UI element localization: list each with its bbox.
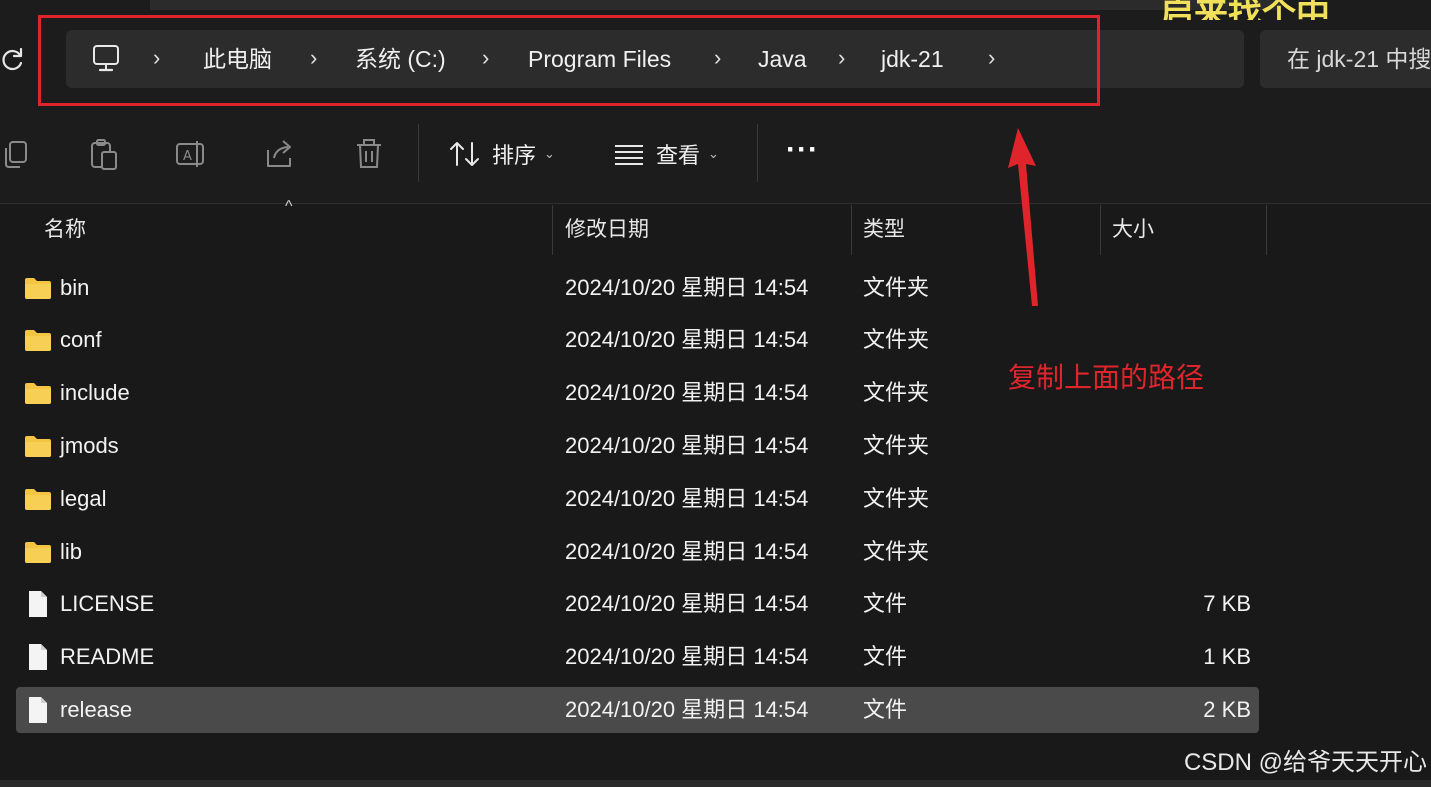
annotation-highlight-box	[38, 15, 1100, 106]
file-name: LICENSE	[60, 591, 155, 617]
file-type: 文件夹	[863, 327, 930, 353]
file-name: bin	[60, 274, 90, 300]
file-type: 文件夹	[863, 432, 930, 458]
file-modified-date: 2024/10/20 星期日 14:54	[565, 485, 809, 511]
delete-icon[interactable]	[351, 136, 387, 172]
file-modified-date: 2024/10/20 星期日 14:54	[565, 538, 809, 564]
file-type: 文件夹	[863, 274, 930, 300]
top-banner-text: 启来找个中	[1160, 0, 1330, 20]
column-header-modified[interactable]: 修改日期	[565, 205, 649, 255]
view-button[interactable]: 查看 ⌄	[612, 132, 719, 176]
title-strip	[150, 0, 1280, 10]
refresh-icon[interactable]	[0, 44, 30, 74]
chevron-down-icon: ⌄	[708, 146, 719, 161]
file-icon	[29, 696, 47, 723]
file-size: 7 KB	[1203, 591, 1251, 617]
sort-icon	[450, 142, 479, 166]
folder-icon	[25, 383, 51, 405]
file-type: 文件夹	[863, 380, 930, 406]
table-row[interactable]: lib 2024/10/20 星期日 14:54 文件夹	[16, 529, 1259, 575]
chevron-down-icon: ⌄	[544, 146, 555, 161]
column-divider[interactable]	[552, 205, 553, 255]
annotation-note: 复制上面的路径	[1008, 362, 1205, 393]
file-modified-date: 2024/10/20 星期日 14:54	[565, 432, 809, 458]
folder-icon	[25, 330, 51, 352]
folder-icon	[25, 277, 51, 299]
file-icon	[29, 644, 47, 671]
file-modified-date: 2024/10/20 星期日 14:54	[565, 327, 809, 353]
column-header-size[interactable]: 大小	[1112, 205, 1154, 255]
column-divider[interactable]	[1100, 205, 1101, 255]
column-divider[interactable]	[851, 205, 852, 255]
file-name: legal	[60, 485, 107, 511]
annotation-arrow	[1008, 128, 1038, 306]
file-modified-date: 2024/10/20 星期日 14:54	[565, 380, 809, 406]
folder-icon	[25, 435, 51, 457]
rename-icon[interactable]: A	[174, 136, 210, 172]
table-row[interactable]: legal 2024/10/20 星期日 14:54 文件夹	[16, 476, 1259, 522]
sort-ascending-icon: ^	[285, 198, 293, 215]
file-type: 文件夹	[863, 485, 930, 511]
file-explorer-window: 启来找个中 › 此电脑 › 系统 (C:) › Program Files › …	[0, 0, 1431, 787]
toolbar-divider	[757, 124, 758, 182]
file-name: release	[60, 696, 133, 722]
table-row[interactable]: bin 2024/10/20 星期日 14:54 文件夹	[16, 265, 1259, 311]
paste-icon[interactable]	[86, 136, 122, 172]
folder-icon	[25, 488, 51, 510]
share-icon[interactable]	[262, 136, 298, 172]
table-row[interactable]: LICENSE 2024/10/20 星期日 14:54 文件 7 KB	[16, 581, 1259, 627]
search-input[interactable]: 在 jdk-21 中搜	[1260, 30, 1431, 88]
svg-text:A: A	[183, 149, 192, 164]
table-row[interactable]: jmods 2024/10/20 星期日 14:54 文件夹	[16, 423, 1259, 469]
file-size: 2 KB	[1203, 696, 1251, 722]
table-row[interactable]: README 2024/10/20 星期日 14:54 文件 1 KB	[16, 634, 1259, 680]
column-header-name[interactable]: 名称	[44, 205, 86, 255]
view-list-icon	[615, 145, 643, 165]
file-modified-date: 2024/10/20 星期日 14:54	[565, 696, 809, 722]
file-modified-date: 2024/10/20 星期日 14:54	[565, 591, 809, 617]
more-options-button[interactable]: ···	[786, 132, 822, 176]
file-name: lib	[60, 538, 83, 564]
file-type: 文件夹	[863, 538, 930, 564]
file-modified-date: 2024/10/20 星期日 14:54	[565, 644, 809, 670]
toolbar-divider	[418, 124, 419, 182]
file-type: 文件	[863, 591, 908, 617]
view-label: 查看	[656, 143, 701, 168]
file-name: jmods	[60, 432, 119, 458]
file-type: 文件	[863, 644, 908, 670]
file-modified-date: 2024/10/20 星期日 14:54	[565, 274, 809, 300]
file-name: conf	[60, 327, 102, 353]
sort-button[interactable]: 排序 ⌄	[448, 132, 555, 176]
file-type: 文件	[863, 696, 908, 722]
folder-icon	[25, 541, 51, 563]
file-name: include	[60, 380, 130, 406]
file-size: 1 KB	[1203, 644, 1251, 670]
file-name: README	[60, 644, 155, 670]
command-bar: A 排序 ⌄ 查看 ⌄ ···	[0, 112, 1431, 204]
column-divider[interactable]	[1266, 205, 1267, 255]
column-header-type[interactable]: 类型	[863, 205, 905, 255]
sort-label: 排序	[492, 143, 537, 168]
table-row[interactable]: release 2024/10/20 星期日 14:54 文件 2 KB	[16, 686, 1259, 733]
file-icon	[29, 591, 47, 618]
watermark: CSDN @给爷天天开心	[1183, 749, 1427, 776]
copy-icon[interactable]	[0, 136, 36, 172]
bottom-strip	[0, 780, 1431, 787]
